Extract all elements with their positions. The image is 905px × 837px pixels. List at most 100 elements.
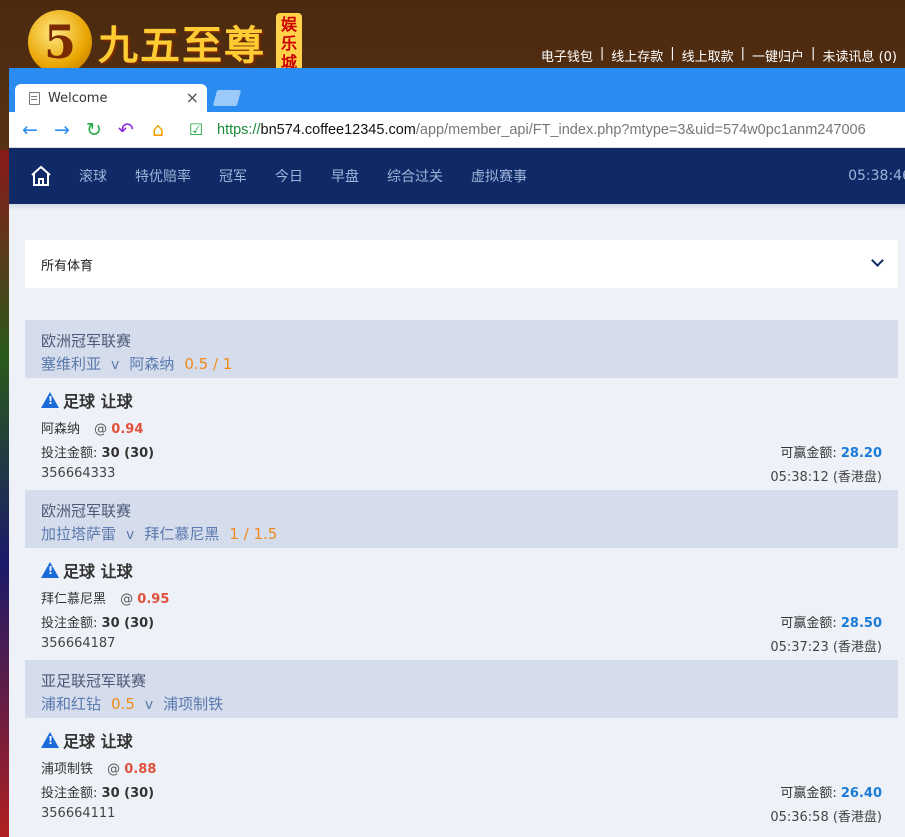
- warning-icon: [41, 562, 59, 578]
- away-team: 拜仁慕尼黑: [144, 525, 220, 543]
- bet-card-body: 足球 让球 阿森纳 @ 0.94 投注金额: 30 (30) 可赢金额: 28.…: [25, 378, 898, 490]
- vs-label: v: [111, 357, 120, 373]
- site-top-nav: 电子钱包 | 线上存款 | 线上取款 | 一键归户 | 未读讯息 (0): [541, 46, 897, 65]
- undo-icon[interactable]: ↶: [115, 119, 137, 141]
- bet-card: 亚足联冠军联赛 浦和红钻 0.5 v 浦项制铁 足球 让球 浦项制铁 @ 0.88 投…: [25, 660, 898, 830]
- nav-link-deposit[interactable]: 线上存款: [611, 46, 663, 65]
- bet-pick: 浦项制铁 @ 0.88: [41, 758, 156, 777]
- new-tab-button[interactable]: [212, 90, 242, 106]
- home-team: 浦和红钻: [41, 695, 102, 713]
- stake-line: 投注金额: 30 (30): [41, 442, 154, 461]
- logo-text: 九五至尊: [98, 22, 266, 69]
- home-team: 加拉塔萨雷: [41, 525, 117, 543]
- bet-time: 05:36:58 (香港盘): [770, 810, 882, 825]
- address-bar[interactable]: https://bn574.coffee12345.com/app/member…: [217, 122, 866, 138]
- match-line: 塞维利亚 v 阿森纳 0.5 / 1: [41, 353, 882, 374]
- warning-icon: [41, 732, 59, 748]
- ticket-id: 356664333: [41, 466, 116, 481]
- forward-arrow-icon[interactable]: →: [51, 119, 73, 141]
- nav-sep: |: [740, 46, 746, 61]
- league-name: 亚足联冠军联赛: [41, 672, 147, 690]
- url-path: /app/member_api/FT_index.php?mtype=3&uid…: [415, 121, 866, 138]
- home-icon[interactable]: [29, 164, 53, 188]
- league-name: 欧洲冠军联赛: [41, 502, 132, 520]
- bet-card-header: 欧洲冠军联赛 加拉塔萨雷 v 拜仁慕尼黑 1 / 1.5: [25, 490, 898, 548]
- stake-label: 投注金额:: [41, 616, 98, 631]
- bet-card-header: 欧洲冠军联赛 塞维利亚 v 阿森纳 0.5 / 1: [25, 320, 898, 378]
- odds-value: 0.88: [124, 762, 157, 777]
- tab-welcome[interactable]: Welcome ×: [15, 84, 207, 112]
- at-sign: @: [107, 762, 121, 777]
- bet-pick: 阿森纳 @ 0.94: [41, 418, 143, 437]
- bet-pick: 拜仁慕尼黑 @ 0.95: [41, 588, 169, 607]
- win-label: 可赢金额:: [780, 446, 837, 461]
- away-team: 浦项制铁: [163, 695, 224, 713]
- bet-type-label: 足球 让球: [63, 732, 133, 751]
- bet-type-label: 足球 让球: [63, 392, 133, 411]
- win-label: 可赢金额:: [780, 786, 837, 801]
- handicap-line: 0.5: [111, 695, 135, 713]
- nav-link-wallet[interactable]: 电子钱包: [541, 46, 593, 65]
- page-content: 滚球 特优赔率 冠军 今日 早盘 综合过关 虚拟赛事 05:38:46 所有体育…: [9, 148, 905, 837]
- nav-link-consolidate[interactable]: 一键归户: [752, 46, 804, 65]
- tab-parlay[interactable]: 综合过关: [387, 166, 443, 186]
- sport-filter-value: 所有体育: [41, 258, 94, 274]
- bet-time: 05:37:23 (香港盘): [770, 640, 882, 655]
- tab-bar: Welcome ×: [9, 68, 905, 112]
- home-icon[interactable]: ⌂: [147, 119, 169, 141]
- stake-value: 30 (30): [101, 616, 155, 631]
- tab-virtual[interactable]: 虚拟赛事: [471, 166, 527, 186]
- close-icon[interactable]: ×: [186, 88, 199, 107]
- shield-icon[interactable]: ☑: [185, 119, 207, 141]
- at-sign: @: [94, 422, 108, 437]
- win-line: 可赢金额: 26.40: [780, 782, 882, 801]
- pick-team: 阿森纳: [41, 422, 81, 437]
- nav-sep: |: [599, 46, 605, 61]
- nav-link-withdraw[interactable]: 线上取款: [682, 46, 734, 65]
- url-host: bn574.coffee12345.com: [260, 121, 416, 138]
- bet-time: 05:38:12 (香港盘): [770, 470, 882, 485]
- stake-line: 投注金额: 30 (30): [41, 782, 154, 801]
- bet-card-body: 足球 让球 拜仁慕尼黑 @ 0.95 投注金额: 30 (30) 可赢金额: 2…: [25, 548, 898, 660]
- warning-icon: [41, 392, 59, 408]
- tab-today[interactable]: 今日: [275, 166, 303, 186]
- tab-early[interactable]: 早盘: [331, 166, 359, 186]
- tab-live[interactable]: 滚球: [79, 166, 107, 186]
- home-team: 塞维利亚: [41, 355, 102, 373]
- refresh-icon[interactable]: ↻: [83, 119, 105, 141]
- browser-window: Welcome × ← → ↻ ↶ ⌂ ☑ https://bn574.coff…: [9, 68, 905, 837]
- ticket-id: 356664187: [41, 636, 116, 651]
- divider: [9, 204, 905, 210]
- win-amount: 26.40: [840, 786, 882, 801]
- bet-type: 足球 让球: [41, 558, 133, 582]
- top-nav: 滚球 特优赔率 冠军 今日 早盘 综合过关 虚拟赛事 05:38:46: [9, 148, 905, 204]
- win-label: 可赢金额:: [780, 616, 837, 631]
- handicap-line: 0.5 / 1: [184, 355, 233, 373]
- match-line: 加拉塔萨雷 v 拜仁慕尼黑 1 / 1.5: [41, 523, 882, 544]
- stake-label: 投注金额:: [41, 786, 98, 801]
- win-line: 可赢金额: 28.50: [780, 612, 882, 631]
- ticket-id: 356664111: [41, 806, 116, 821]
- win-line: 可赢金额: 28.20: [780, 442, 882, 461]
- match-line: 浦和红钻 0.5 v 浦项制铁: [41, 693, 882, 714]
- away-team: 阿森纳: [129, 355, 175, 373]
- odds-value: 0.94: [111, 422, 144, 437]
- bet-card: 欧洲冠军联赛 加拉塔萨雷 v 拜仁慕尼黑 1 / 1.5 足球 让球 拜仁慕尼黑 @ …: [25, 490, 898, 660]
- tab-outright[interactable]: 冠军: [219, 166, 247, 186]
- site-logo[interactable]: 5 九五至尊 娱乐城: [28, 10, 302, 74]
- tab-special-odds[interactable]: 特优赔率: [135, 166, 191, 186]
- nav-link-messages[interactable]: 未读讯息 (0): [822, 46, 897, 65]
- bet-type: 足球 让球: [41, 388, 133, 412]
- odds-value: 0.95: [137, 592, 170, 607]
- sport-filter-select[interactable]: 所有体育: [25, 240, 898, 288]
- document-icon: [29, 91, 40, 105]
- at-sign: @: [120, 592, 134, 607]
- logo-digit: 5: [28, 10, 92, 74]
- clock: 05:38:46: [848, 168, 905, 184]
- nav-sep: |: [811, 46, 816, 61]
- chevron-down-icon: [871, 254, 884, 267]
- pick-team: 拜仁慕尼黑: [41, 592, 107, 607]
- stake-line: 投注金额: 30 (30): [41, 612, 154, 631]
- vs-label: v: [144, 697, 154, 713]
- back-arrow-icon[interactable]: ←: [19, 119, 41, 141]
